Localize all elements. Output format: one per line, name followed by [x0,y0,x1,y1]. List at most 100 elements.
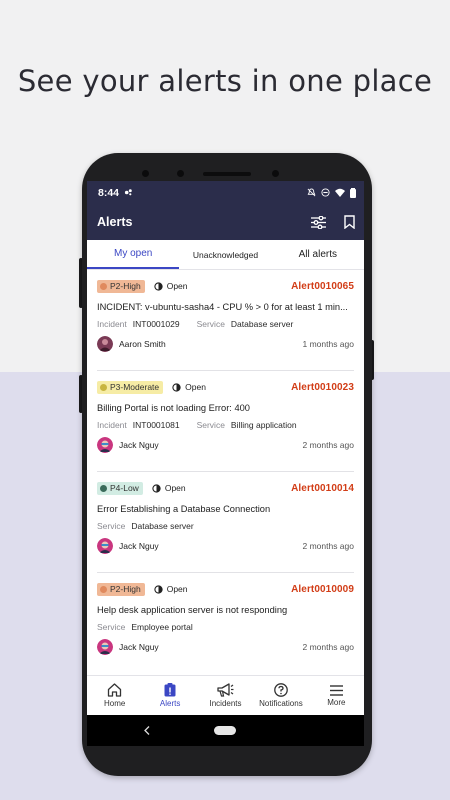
phone-sensors [82,170,372,178]
priority-label: P2-High [110,281,141,291]
incident-value: INT0001029 [132,319,180,329]
alert-card[interactable]: P2-High Open Alert0010065 INCIDENT: v-ub… [97,270,354,371]
alert-number: Alert0010009 [291,583,354,595]
home-icon [108,683,122,697]
phone-sensor-2 [272,170,279,177]
assignee-row: Aaron Smith 1 months ago [97,336,354,352]
avatar [97,538,113,554]
filter-icon[interactable] [311,215,326,229]
tab-all-alerts[interactable]: All alerts [272,240,364,269]
time-ago: 1 months ago [302,339,354,349]
tab-my-open[interactable]: My open [87,240,180,269]
avatar [97,336,113,352]
state: Open [154,281,188,291]
service-value: Database server [131,521,194,531]
assignee-name: Aaron Smith [119,339,166,349]
alert-summary: Help desk application server is not resp… [97,605,288,615]
avatar [97,639,113,655]
time-ago: 2 months ago [302,440,354,450]
app-title: Alerts [97,215,133,229]
bookmark-icon[interactable] [344,215,355,229]
incident-value: INT0001081 [132,420,180,430]
question-icon [274,683,288,697]
alert-meta: Service Employee portal [97,622,354,632]
priority-label: P2-High [110,584,141,594]
home-pill[interactable] [214,726,236,735]
alert-summary: Billing Portal is not loading Error: 400 [97,403,250,413]
half-circle-icon [152,483,161,493]
assignee-row: Jack Nguy 2 months ago [97,639,354,655]
system-navigation-bar [87,715,364,746]
half-circle-icon [172,382,181,392]
service-value: Billing application [230,420,297,430]
alert-meta: Incident INT0001029 Service Database ser… [97,319,354,329]
alert-number: Alert0010065 [291,280,354,292]
state-label: Open [164,483,186,493]
toolbar: Alerts [87,204,364,240]
nav-home-label: Home [104,699,126,708]
half-circle-icon [154,584,163,594]
priority-dot-icon [100,484,107,492]
alert-summary: INCIDENT: v-ubuntu-sasha4 - CPU % > 0 fo… [97,302,348,312]
service-label: Service [196,420,225,430]
nav-home[interactable]: Home [87,676,142,715]
assignee-name: Jack Nguy [119,642,159,652]
assignee-name: Jack Nguy [119,541,159,551]
time-ago: 2 months ago [302,541,354,551]
phone-sensor [177,170,184,177]
nav-alerts-label: Alerts [159,699,181,708]
half-circle-icon [154,281,163,291]
service-value: Database server [230,319,294,329]
tab-unacknowledged[interactable]: Unacknowledged [179,240,271,269]
time-ago: 2 months ago [302,642,354,652]
status-time: 8:44 [98,186,120,199]
alert-card[interactable]: P2-High Open Alert0010009 Help desk appl… [97,573,354,674]
state: Open [154,584,188,594]
nav-more[interactable]: More [309,676,364,715]
state-label: Open [185,382,206,392]
incident-label: Incident [97,319,127,329]
alert-number: Alert0010014 [291,482,354,494]
wifi-icon [335,188,345,197]
alert-list: P2-High Open Alert0010065 INCIDENT: v-ub… [87,270,364,674]
nav-incidents[interactable]: Incidents [198,676,253,715]
priority-badge: P2-High [97,279,145,293]
back-icon[interactable] [144,726,150,735]
headline: See your alerts in one place [17,64,433,98]
battery-icon [350,187,356,198]
service-label: Service [97,622,126,632]
alert-meta: Service Database server [97,521,354,531]
priority-badge: P2-High [97,582,145,596]
phone-screen: 8:44 Alerts My open Unacknowledged All a… [87,181,364,746]
mute-icon [307,188,316,197]
state: Open [152,483,186,493]
priority-dot-icon [100,585,107,593]
nav-incidents-label: Incidents [209,699,242,708]
priority-badge: P4-Low [97,481,143,495]
state-label: Open [166,584,188,594]
nav-notifications-label: Notifications [259,699,303,708]
app-bar: 8:44 Alerts [87,181,364,240]
nav-alerts[interactable]: Alerts [142,676,197,715]
phone-camera [142,170,149,177]
state-label: Open [166,281,188,291]
megaphone-icon [217,683,234,697]
nav-notifications[interactable]: Notifications [253,676,308,715]
alert-meta: Incident INT0001081 Service Billing appl… [97,420,354,430]
service-label: Service [196,319,225,329]
alert-summary: Error Establishing a Database Connection [97,504,271,514]
priority-badge: P3-Moderate [97,380,164,394]
phone-speaker [203,172,251,176]
assignee-name: Jack Nguy [119,440,159,450]
app-notification-icon [124,189,132,196]
alert-card[interactable]: P3-Moderate Open Alert0010023 Billing Po… [97,371,354,472]
menu-icon [329,684,343,696]
state: Open [172,382,206,392]
alert-card[interactable]: P4-Low Open Alert0010014 Error Establish… [97,472,354,573]
status-bar: 8:44 [87,181,364,204]
bottom-navigation: Home Alerts Incidents Notifications More [87,675,364,715]
service-label: Service [97,521,126,531]
assignee-row: Jack Nguy 2 months ago [97,437,354,453]
priority-label: P3-Moderate [110,382,160,392]
avatar [97,437,113,453]
